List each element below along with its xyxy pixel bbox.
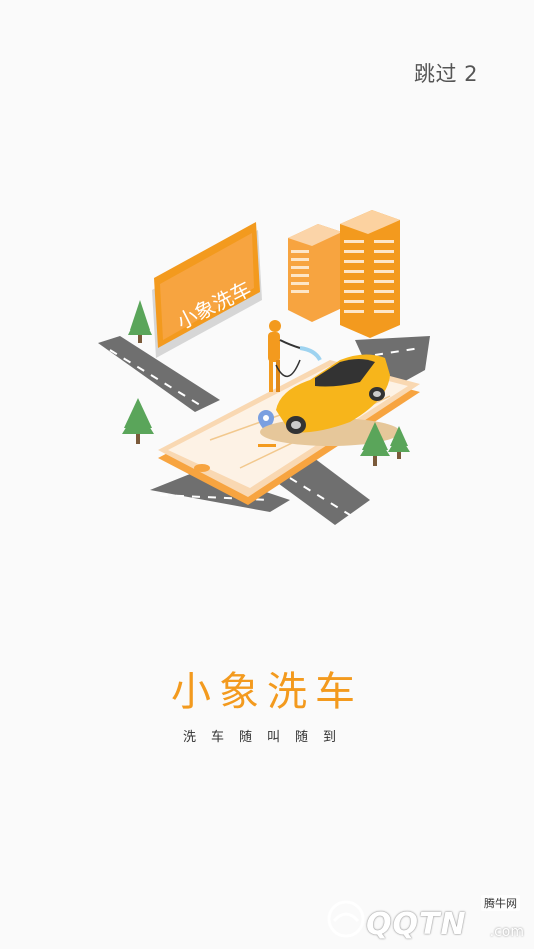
car-wash-illustration: 小象洗车 bbox=[98, 210, 430, 525]
watermark-suffix: .com bbox=[489, 924, 524, 940]
watermark: QQTN .com 腾牛网 bbox=[326, 895, 526, 943]
watermark-logo-icon bbox=[327, 900, 365, 938]
watermark-text: QQTN bbox=[366, 907, 467, 942]
watermark-cn: 腾牛网 bbox=[481, 895, 520, 911]
app-title: 小象洗车 bbox=[171, 669, 363, 715]
brand-block: 小象洗车 洗车随叫随到 bbox=[0, 668, 534, 745]
skip-button[interactable]: 跳过 2 bbox=[414, 58, 478, 88]
app-slogan: 洗车随叫随到 bbox=[182, 730, 351, 745]
